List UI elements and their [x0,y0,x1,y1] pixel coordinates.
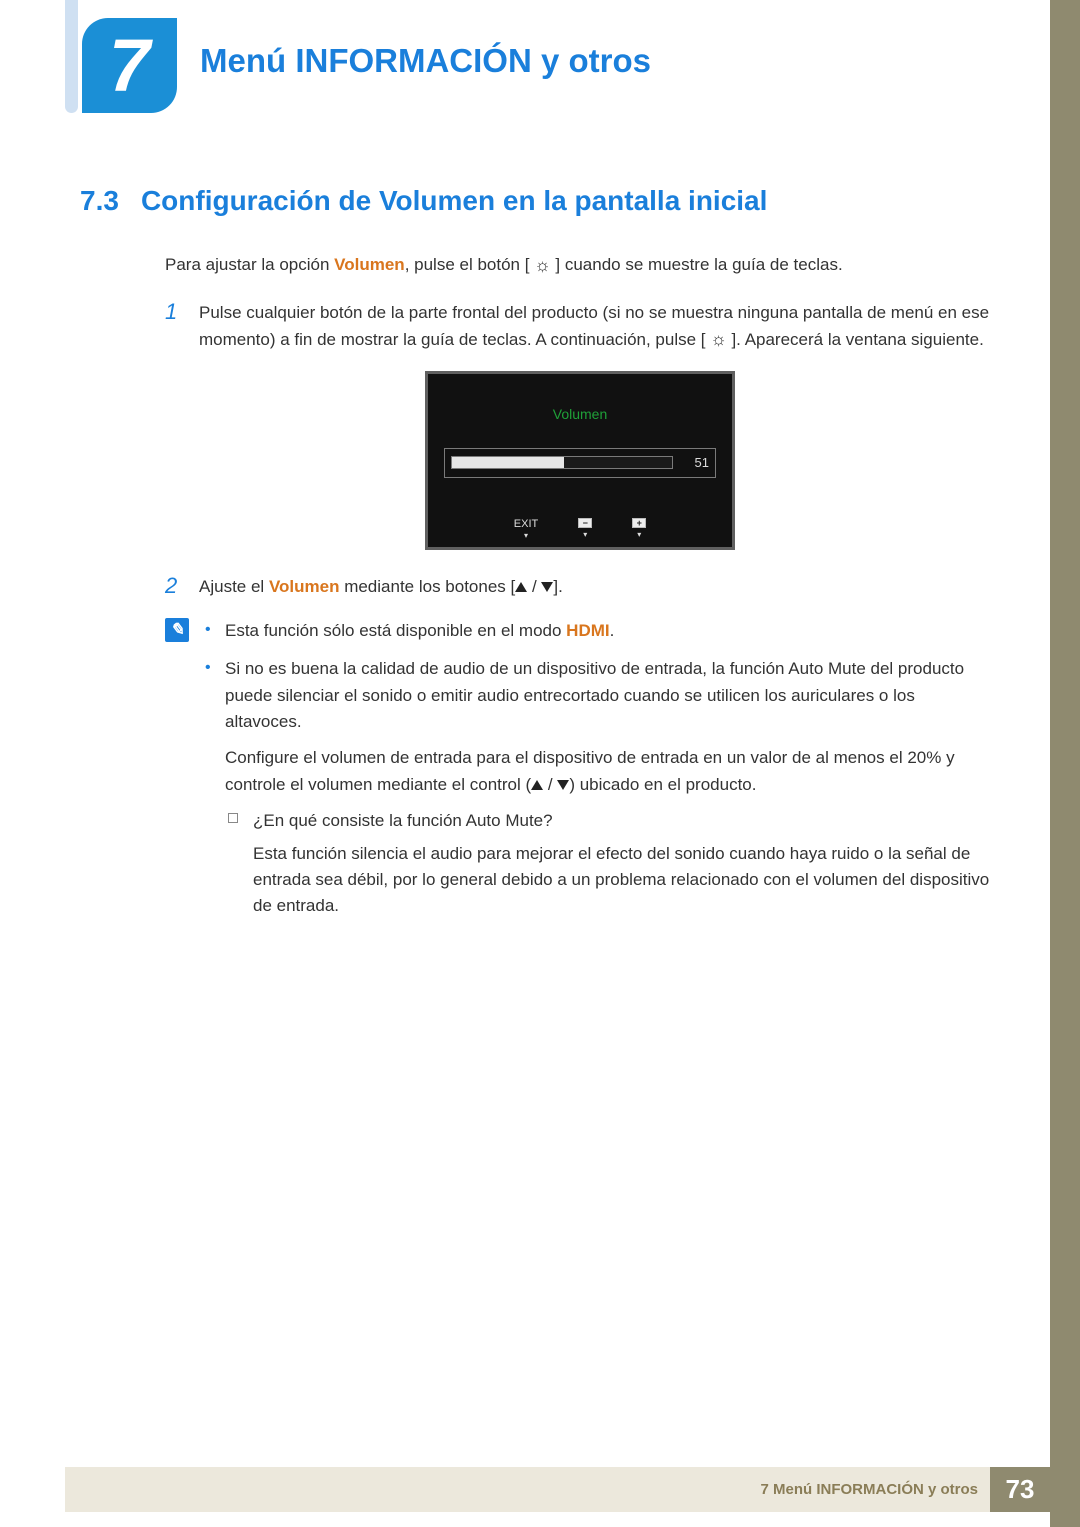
section-heading: 7.3 Configuración de Volumen en la panta… [80,185,1020,217]
footer-chapter-label: 7 Menú INFORMACIÓN y otros [760,1481,990,1498]
chapter-tab-accent [65,0,78,113]
osd-plus-button: + ▾ [632,518,646,540]
up-triangle-icon [515,582,527,592]
right-margin-bar [1050,0,1080,1527]
chapter-title: Menú INFORMACIÓN y otros [200,42,651,80]
up-triangle-icon [531,780,543,790]
step-1: 1 Pulse cualquier botón de la parte fron… [165,300,995,353]
osd-slider-fill [452,457,564,468]
intro-paragraph: Para ajustar la opción Volumen, pulse el… [165,252,995,278]
note-item: Esta función sólo está disponible en el … [203,618,995,644]
down-triangle-icon [541,582,553,592]
note-sub-item: ¿En qué consiste la función Auto Mute? E… [225,808,995,919]
step-number: 1 [165,300,185,353]
volumen-label: Volumen [334,255,405,274]
note-block: ✎ Esta función sólo está disponible en e… [165,618,995,931]
note-item: Si no es buena la calidad de audio de un… [203,656,995,919]
volumen-label: Volumen [269,577,340,596]
brightness-icon: ☼ [534,256,551,274]
step-text: Pulse cualquier botón de la parte fronta… [199,300,995,353]
brightness-icon: ☼ [710,330,727,348]
section-title: Configuración de Volumen en la pantalla … [141,185,767,217]
osd-footer: EXIT ▾ − ▾ + ▾ [444,518,716,541]
osd-window: Volumen 51 EXIT ▾ − ▾ + ▾ [425,371,735,550]
section-number: 7.3 [80,185,119,217]
note-icon: ✎ [165,618,189,642]
osd-exit-label: EXIT ▾ [514,518,538,541]
osd-slider: 51 [444,448,716,478]
chapter-number-tab: 7 [82,18,177,113]
step-number: 2 [165,574,185,600]
page-footer: 7 Menú INFORMACIÓN y otros 73 [65,1467,1050,1512]
osd-title: Volumen [444,404,716,426]
hdmi-label: HDMI [566,621,609,640]
step-text: Ajuste el Volumen mediante los botones [… [199,574,995,600]
down-triangle-icon [557,780,569,790]
osd-minus-button: − ▾ [578,518,592,540]
footer-page-number: 73 [990,1467,1050,1512]
osd-value: 51 [683,453,709,473]
step-2: 2 Ajuste el Volumen mediante los botones… [165,574,995,600]
